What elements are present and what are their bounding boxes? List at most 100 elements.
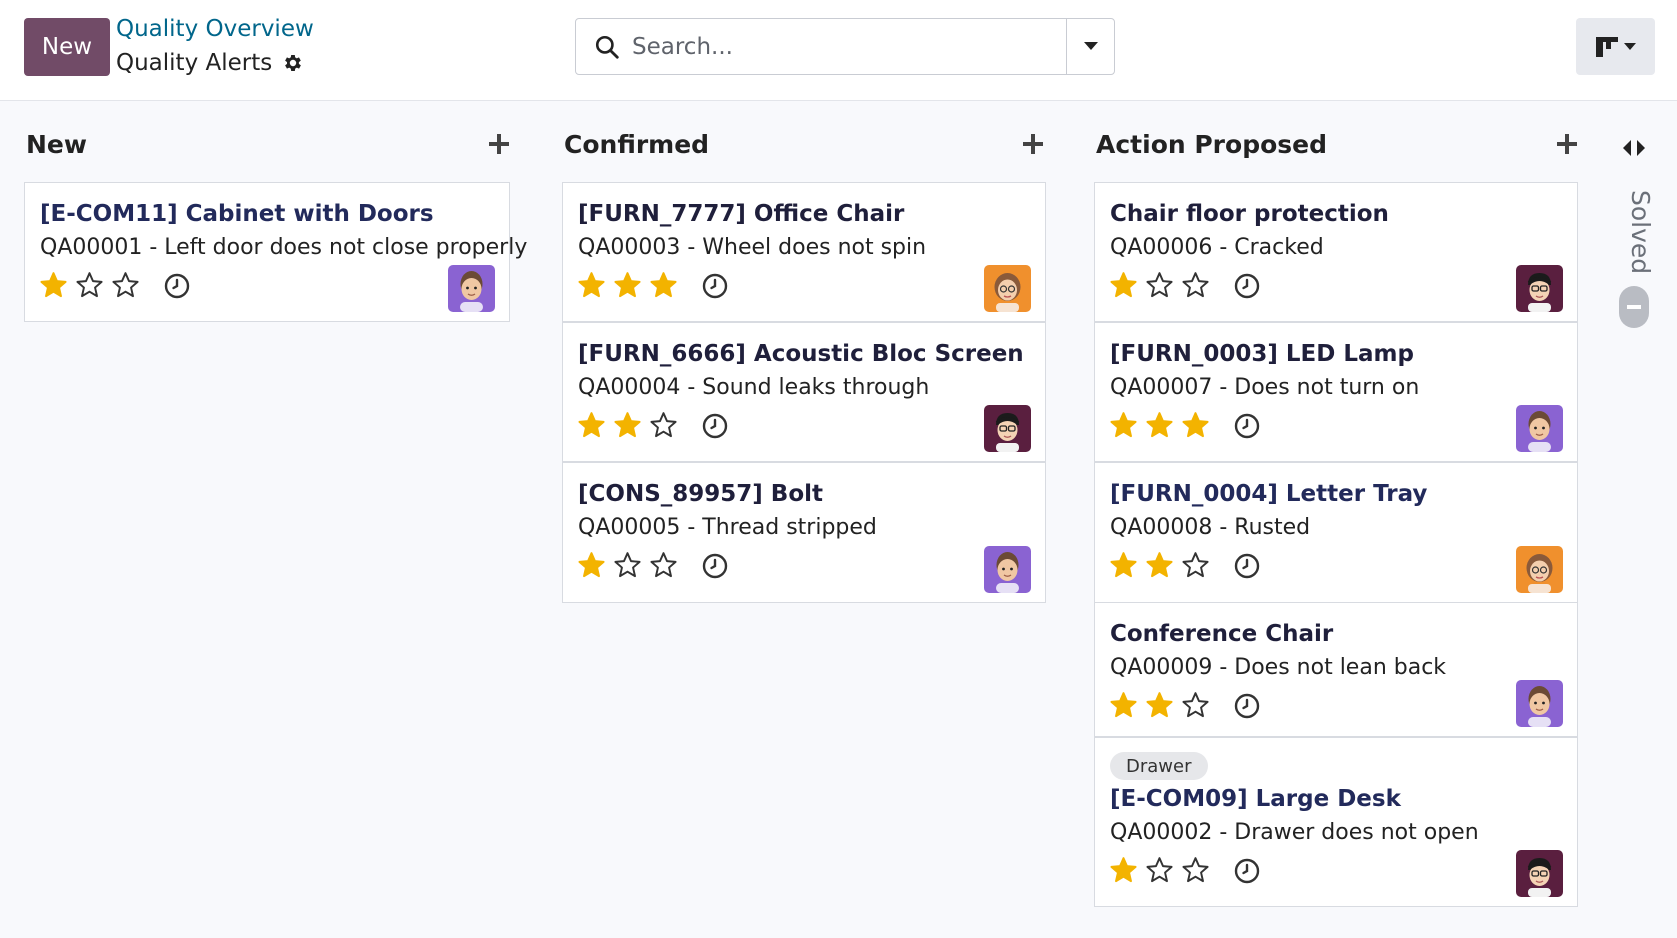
card-subtitle: QA00005 - Thread stripped (578, 515, 877, 540)
control-panel: New Quality Overview Quality Alerts (0, 0, 1677, 101)
plus-icon[interactable] (1554, 131, 1580, 157)
search-options-toggle[interactable] (1066, 19, 1114, 74)
card-subtitle: QA00004 - Sound leaks through (578, 375, 930, 400)
priority-stars[interactable] (1109, 691, 1210, 720)
star-empty-icon[interactable] (1145, 271, 1174, 300)
priority-stars[interactable] (1109, 856, 1210, 885)
kanban-card[interactable]: [FURN_6666] Acoustic Bloc Screen QA00004 … (562, 322, 1046, 462)
star-filled-icon[interactable] (577, 551, 606, 580)
clock-icon[interactable] (163, 272, 191, 300)
star-filled-icon[interactable] (613, 271, 642, 300)
star-filled-icon[interactable] (39, 271, 68, 300)
avatar-man-glasses[interactable] (1516, 265, 1563, 312)
kanban-view-icon (1595, 36, 1618, 57)
star-filled-icon[interactable] (1181, 411, 1210, 440)
card-title: Chair floor protection (1110, 201, 1389, 227)
folded-column-progress[interactable] (1619, 286, 1649, 328)
card-title: [E-COM11] Cabinet with Doors (40, 201, 434, 227)
clock-icon[interactable] (1233, 272, 1261, 300)
priority-stars[interactable] (577, 551, 678, 580)
star-empty-icon[interactable] (1181, 856, 1210, 885)
card-title: [CONS_89957] Bolt (578, 481, 824, 507)
star-empty-icon[interactable] (111, 271, 140, 300)
kanban-card[interactable]: [FURN_7777] Office Chair QA00003 - Wheel … (562, 182, 1046, 322)
avatar-woman-orange[interactable] (984, 265, 1031, 312)
plus-icon[interactable] (486, 131, 512, 157)
new-button[interactable]: New (24, 18, 110, 76)
avatar-man-purple[interactable] (984, 546, 1031, 593)
avatar-man-purple[interactable] (1516, 680, 1563, 727)
clock-icon[interactable] (1233, 412, 1261, 440)
star-empty-icon[interactable] (1181, 551, 1210, 580)
star-filled-icon[interactable] (613, 411, 642, 440)
card-subtitle: QA00002 - Drawer does not open (1110, 820, 1479, 845)
card-subtitle: QA00008 - Rusted (1110, 515, 1311, 540)
kanban-card[interactable]: Chair floor protection QA00006 - Cracked (1094, 182, 1578, 322)
kanban-card[interactable]: [CONS_89957] Bolt QA00005 - Thread stripp… (562, 462, 1046, 603)
clock-icon[interactable] (701, 412, 729, 440)
star-empty-icon[interactable] (1145, 856, 1174, 885)
star-empty-icon[interactable] (649, 551, 678, 580)
card-title: Conference Chair (1110, 621, 1334, 647)
folded-column-title[interactable]: Solved (1626, 190, 1655, 274)
avatar-man-glasses[interactable] (1516, 850, 1563, 897)
priority-stars[interactable] (577, 271, 678, 300)
card-title: [E-COM09] Large Desk (1110, 786, 1401, 812)
star-filled-icon[interactable] (1109, 271, 1138, 300)
star-filled-icon[interactable] (577, 271, 606, 300)
card-title: [FURN_0003] LED Lamp (1110, 341, 1414, 367)
star-empty-icon[interactable] (1181, 271, 1210, 300)
priority-stars[interactable] (39, 271, 140, 300)
kanban-card[interactable]: [FURN_0003] LED Lamp QA00007 - Does not t… (1094, 322, 1578, 462)
star-empty-icon[interactable] (75, 271, 104, 300)
kanban-card[interactable]: [E-COM11] Cabinet with Doors QA00001 - Le… (24, 182, 527, 322)
clock-icon[interactable] (701, 272, 729, 300)
priority-stars[interactable] (1109, 411, 1210, 440)
priority-stars[interactable] (1109, 551, 1210, 580)
expand-column-icon[interactable] (1620, 136, 1648, 160)
star-empty-icon[interactable] (649, 411, 678, 440)
avatar-man-purple[interactable] (1516, 405, 1563, 452)
gear-icon[interactable] (282, 52, 304, 74)
column-title: New (26, 129, 87, 159)
clock-icon[interactable] (701, 552, 729, 580)
star-filled-icon[interactable] (649, 271, 678, 300)
column-header-new: New (26, 124, 512, 164)
avatar-man-purple[interactable] (448, 265, 495, 312)
star-empty-icon[interactable] (1181, 691, 1210, 720)
priority-stars[interactable] (577, 411, 678, 440)
star-filled-icon[interactable] (1109, 551, 1138, 580)
card-subtitle: QA00001 - Left door does not close prope… (40, 235, 528, 260)
card-title: [FURN_0004] Letter Tray (1110, 481, 1428, 507)
star-filled-icon[interactable] (577, 411, 606, 440)
star-filled-icon[interactable] (1109, 691, 1138, 720)
column-title: Action Proposed (1096, 129, 1327, 159)
search-bar (575, 18, 1115, 75)
avatar-man-glasses[interactable] (984, 405, 1031, 452)
star-empty-icon[interactable] (613, 551, 642, 580)
clock-icon[interactable] (1233, 857, 1261, 885)
plus-icon[interactable] (1020, 131, 1046, 157)
priority-stars[interactable] (1109, 271, 1210, 300)
column-header-action-proposed: Action Proposed (1096, 124, 1580, 164)
star-filled-icon[interactable] (1145, 691, 1174, 720)
kanban-card[interactable]: Drawer [E-COM09] Large Desk QA00002 - Draw… (1094, 737, 1578, 907)
clock-icon[interactable] (1233, 692, 1261, 720)
star-filled-icon[interactable] (1109, 856, 1138, 885)
search-input[interactable] (632, 33, 1052, 60)
column-header-confirmed: Confirmed (564, 124, 1046, 164)
breadcrumb-parent[interactable]: Quality Overview (116, 16, 314, 42)
kanban-card[interactable]: Conference Chair QA00009 - Does not lean … (1094, 602, 1578, 737)
breadcrumb-current: Quality Alerts (116, 50, 304, 76)
star-filled-icon[interactable] (1145, 551, 1174, 580)
clock-icon[interactable] (1233, 552, 1261, 580)
search-icon (595, 35, 619, 59)
star-filled-icon[interactable] (1145, 411, 1174, 440)
card-title: [FURN_6666] Acoustic Bloc Screen (578, 341, 1024, 367)
kanban-view-switcher[interactable] (1576, 18, 1655, 75)
star-filled-icon[interactable] (1109, 411, 1138, 440)
caret-down-icon (1083, 42, 1098, 50)
kanban-card[interactable]: [FURN_0004] Letter Tray QA00008 - Rusted (1094, 462, 1578, 603)
page-title: Quality Alerts (116, 50, 273, 76)
avatar-woman-orange[interactable] (1516, 546, 1563, 593)
